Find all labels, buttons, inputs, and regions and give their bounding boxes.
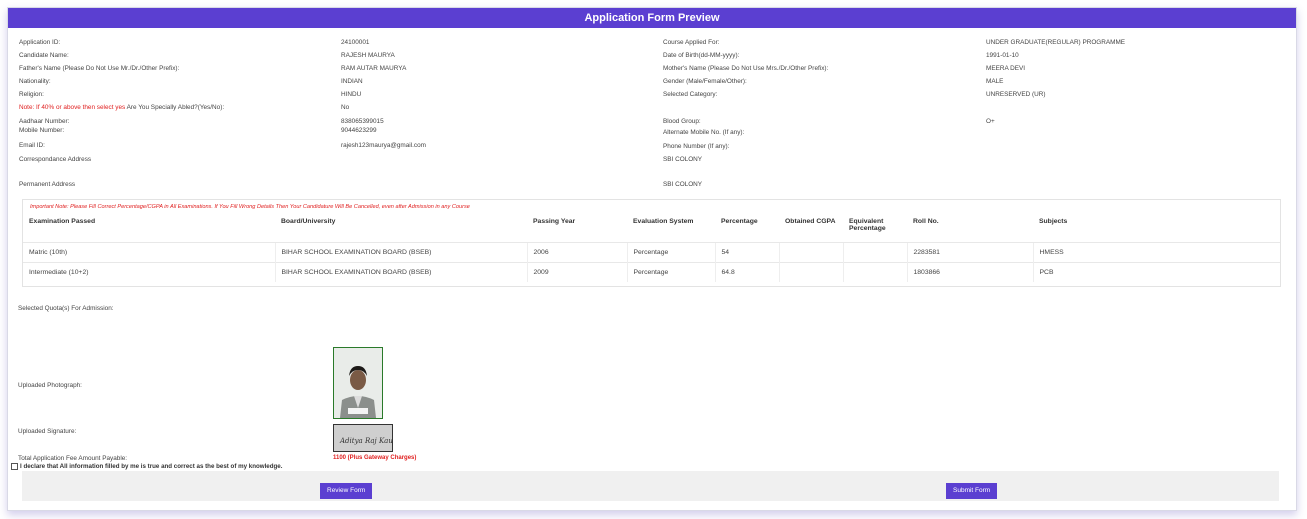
col-header: Passing Year <box>533 218 576 225</box>
category-value: UNRESERVED (UR) <box>986 91 1046 98</box>
photo-label: Uploaded Photograph: <box>18 382 82 389</box>
col-header: Percentage <box>721 218 758 225</box>
table-cell: BIHAR SCHOOL EXAMINATION BOARD (BSEB) <box>274 242 527 263</box>
dob-value: 1991-01-10 <box>986 52 1019 59</box>
review-form-button[interactable]: Review Form <box>320 483 373 499</box>
table-cell: 2009 <box>526 262 627 282</box>
mother-value: MEERA DEVI <box>986 65 1026 72</box>
name-value: RAJESH MAURYA <box>341 52 395 59</box>
father-label: Father's Name (Please Do Not Use Mr./Dr.… <box>19 65 180 72</box>
exam-table-header: Examination Passed Board/University Pass… <box>23 214 1280 243</box>
form-actions: Review Form Submit Form <box>22 471 1279 501</box>
table-row: Matric (10th) BIHAR SCHOOL EXAMINATION B… <box>23 242 1280 263</box>
col-header: Equivalent Percentage <box>849 218 886 232</box>
table-cell: Matric (10th) <box>23 242 275 263</box>
table-cell: 2006 <box>526 242 627 263</box>
table-cell: 2283581 <box>906 242 1033 263</box>
col-header: Examination Passed <box>29 218 96 225</box>
abled-note: Note: If 40% or above then select yes <box>19 104 126 111</box>
col-header: Board/University <box>281 218 336 225</box>
table-cell: Percentage <box>626 242 715 263</box>
candidate-photo <box>333 347 383 419</box>
table-cell: 64.8 <box>714 262 779 282</box>
abled-label: Note: If 40% or above then select yes Ar… <box>19 104 224 111</box>
email-value: rajesh123maurya@gmail.com <box>341 142 426 149</box>
dob-label: Date of Birth(dd-MM-yyyy): <box>663 52 740 59</box>
table-cell: 1803866 <box>906 262 1033 282</box>
corr-address-value: SBI COLONY <box>663 156 703 163</box>
person-icon <box>334 348 382 418</box>
perm-address-value: SBI COLONY <box>663 181 703 188</box>
religion-label: Religion: <box>19 91 44 98</box>
phone-label: Phone Number (If any): <box>663 143 730 150</box>
declaration-checkbox[interactable] <box>11 463 18 470</box>
email-label: Email ID: <box>19 142 45 149</box>
table-cell <box>842 242 907 263</box>
mobile-value: 9044623299 <box>341 127 377 134</box>
col-header: Obtained CGPA <box>785 218 836 225</box>
signature-text: Aditya Raj Kaushik <box>339 437 392 445</box>
religion-value: HINDU <box>341 91 362 98</box>
category-label: Selected Category: <box>663 91 718 98</box>
name-label: Candidate Name: <box>19 52 69 59</box>
table-row: Intermediate (10+2) BIHAR SCHOOL EXAMINA… <box>23 262 1280 282</box>
declaration: I declare that All information filled by… <box>11 463 282 470</box>
candidate-signature: Aditya Raj Kaushik <box>333 424 407 452</box>
gender-value: MALE <box>986 78 1004 85</box>
fee-amount: 1100 (Plus Gateway Charges) <box>333 455 417 461</box>
table-cell <box>778 242 843 263</box>
course-value: UNDER GRADUATE(REGULAR) PROGRAMME <box>986 39 1126 46</box>
gender-label: Gender (Male/Female/Other): <box>663 78 747 85</box>
applicant-info: Application ID: 24100001 Course Applied … <box>8 28 1296 198</box>
table-cell: HMESS <box>1032 242 1280 263</box>
alt-mobile-label: Alternate Mobile No. (If any): <box>663 129 745 136</box>
table-cell: 54 <box>714 242 779 263</box>
exam-details-section: Important Note: Please Fill Correct Perc… <box>22 199 1281 287</box>
table-cell <box>842 262 907 282</box>
col-header: Subjects <box>1039 218 1068 225</box>
corr-address-label: Correspondance Address <box>19 156 92 163</box>
exam-table: Examination Passed Board/University Pass… <box>23 214 1280 282</box>
table-cell: BIHAR SCHOOL EXAMINATION BOARD (BSEB) <box>274 262 527 282</box>
mobile-label: Mobile Number: <box>19 127 65 134</box>
blood-value: O+ <box>986 118 995 125</box>
page-title: Application Form Preview <box>8 8 1296 28</box>
aadhaar-label: Aadhaar Number: <box>19 118 70 125</box>
col-header: Evaluation System <box>633 218 694 225</box>
quota-label: Selected Quota(s) For Admission: <box>18 305 114 312</box>
fee-label: Total Application Fee Amount Payable: <box>18 455 128 462</box>
app-id-value: 24100001 <box>341 39 370 46</box>
table-cell: Intermediate (10+2) <box>23 262 275 282</box>
nationality-label: Nationality: <box>19 78 51 85</box>
perm-address-label: Permanent Address <box>19 181 76 188</box>
father-value: RAM AUTAR MAURYA <box>341 65 407 72</box>
app-id-label: Application ID: <box>19 39 61 46</box>
blood-label: Blood Group: <box>663 118 701 125</box>
abled-value: No <box>341 104 350 111</box>
signature-label: Uploaded Signature: <box>18 428 77 435</box>
course-label: Course Applied For: <box>663 39 720 46</box>
mother-label: Mother's Name (Please Do Not Use Mrs./Dr… <box>663 65 829 72</box>
aadhaar-value: 838065399015 <box>341 118 384 125</box>
exam-note: Important Note: Please Fill Correct Perc… <box>30 204 470 210</box>
table-cell <box>778 262 843 282</box>
table-cell: Percentage <box>626 262 715 282</box>
submit-form-button[interactable]: Submit Form <box>946 483 998 499</box>
declaration-text: I declare that All information filled by… <box>20 463 283 470</box>
table-cell: PCB <box>1032 262 1280 282</box>
abled-question: Are You Specially Abled?(Yes/No): <box>125 104 225 111</box>
col-header: Roll No. <box>913 218 939 225</box>
nationality-value: INDIAN <box>341 78 363 85</box>
signature-image: Aditya Raj Kaushik <box>334 425 407 451</box>
